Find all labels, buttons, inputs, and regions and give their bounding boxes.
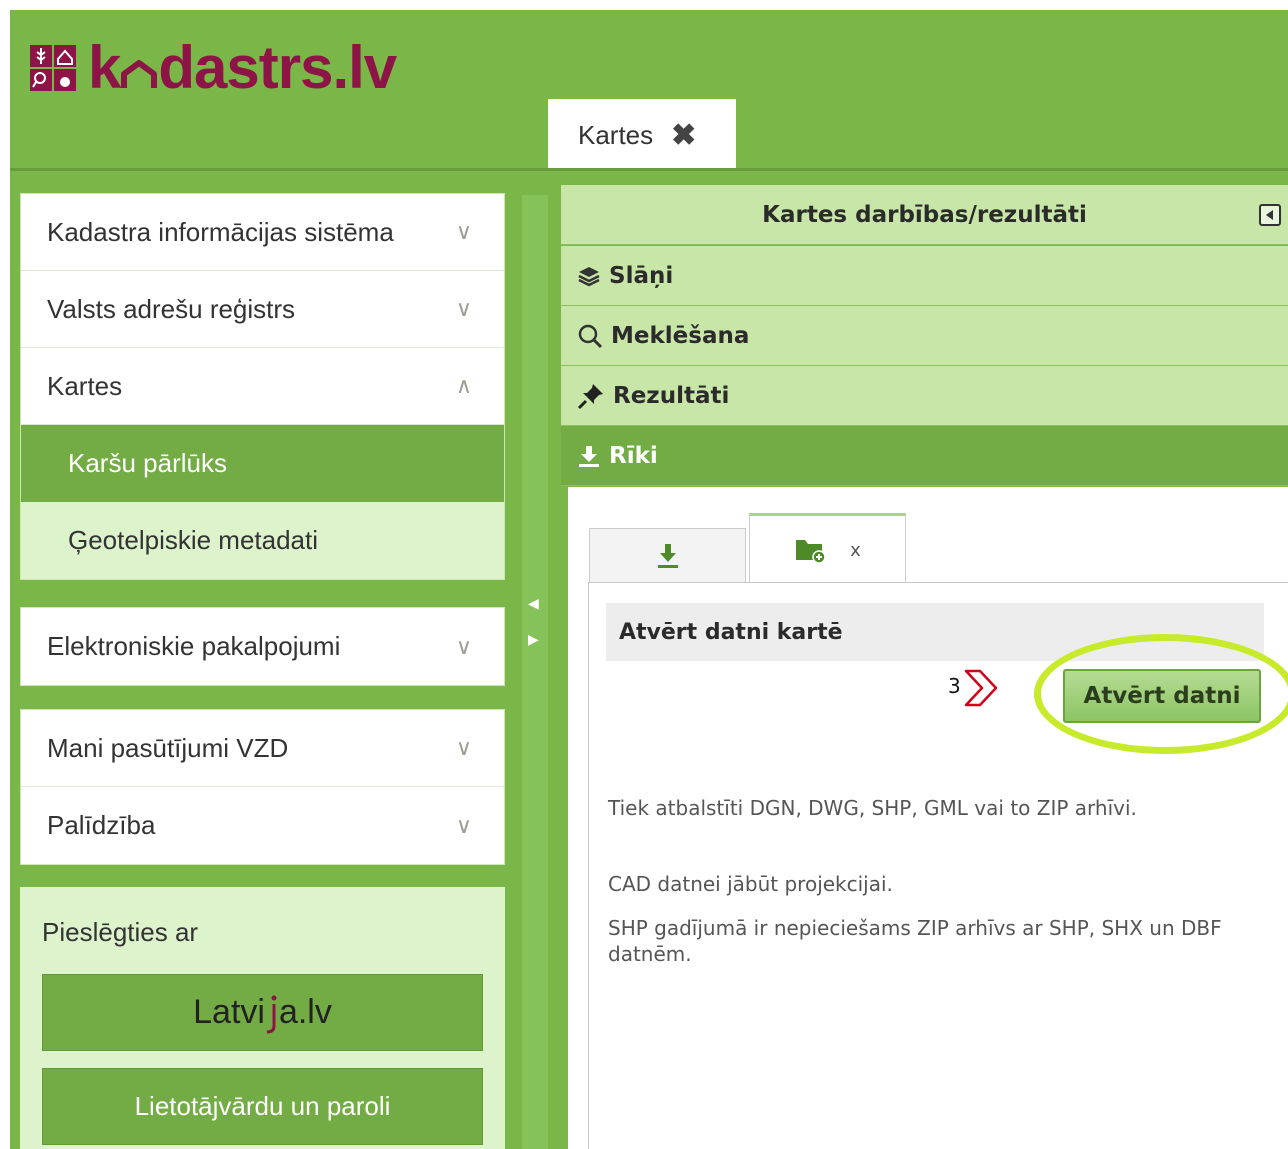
collapse-panel-icon[interactable]	[1259, 204, 1281, 226]
highlight-ellipse	[1034, 634, 1288, 754]
logo-mark-icon	[30, 45, 76, 91]
sidebar-item-label: Karšu pārlūks	[68, 448, 227, 478]
accordion-rezultati[interactable]: Rezultāti	[561, 366, 1288, 426]
description-shp: SHP gadījumā ir nepieciešams ZIP arhīvs …	[608, 916, 1222, 966]
latvija-text-start: Latvi	[193, 993, 265, 1031]
sidebar-item-pakalpojumi[interactable]: Elektroniskie pakalpojumi ∨	[21, 608, 504, 685]
sidebar-item-label: Kartes	[47, 370, 123, 401]
chevron-down-icon: ∨	[455, 735, 472, 760]
chevron-down-icon: ∨	[455, 812, 472, 838]
logo[interactable]: k dastrs.lv	[30, 34, 397, 101]
sidebar-item-label: Elektroniskie pakalpojumi	[47, 631, 341, 661]
accordion-slani[interactable]: Slāņi	[561, 246, 1288, 306]
latvija-lv-button[interactable]: Latvi a.lv	[42, 974, 483, 1051]
sidebar-item-label: Palīdzība	[47, 810, 156, 840]
close-icon[interactable]: x	[850, 540, 861, 561]
password-login-button[interactable]: Lietotājvārdu un paroli	[42, 1068, 483, 1145]
download-icon	[579, 445, 599, 467]
sidebar-menu-main: Kadastra informācijas sistēma ∨ Valsts a…	[20, 193, 505, 580]
expand-right-icon[interactable]: ▶	[528, 631, 539, 648]
sidebar-subitem-karsu-parluks[interactable]: Karšu pārlūks	[21, 425, 504, 502]
sidebar-item-label: Kadastra informācijas sistēma	[47, 216, 394, 247]
chevron-up-icon: ∧	[455, 373, 472, 398]
step-arrow-icon	[964, 669, 998, 707]
sidebar-menu-services: Elektroniskie pakalpojumi ∨	[20, 607, 505, 686]
collapse-left-icon[interactable]: ◀	[528, 595, 539, 612]
panel-title-text: Kartes darbības/rezultāti	[762, 201, 1087, 228]
sidebar-menu-user: Mani pasūtījumi VZD ∨ Palīdzība ∨	[20, 709, 505, 865]
close-icon[interactable]: ✖	[671, 118, 696, 153]
sidebar-item-palidziba[interactable]: Palīdzība ∨	[21, 787, 504, 864]
download-icon	[657, 544, 678, 568]
logo-text: k dastrs.lv	[88, 34, 397, 101]
accordion-label: Rezultāti	[613, 382, 730, 409]
layers-icon	[578, 266, 600, 286]
sidebar-item-label: Ģeotelpiskie metadati	[68, 525, 319, 555]
sidebar-item-label: Mani pasūtījumi VZD	[47, 732, 289, 763]
sidebar-subitem-metadati[interactable]: Ģeotelpiskie metadati	[21, 502, 504, 579]
sidebar-item-pasutijumi[interactable]: Mani pasūtījumi VZD ∨	[21, 710, 504, 787]
latvija-j-icon	[266, 995, 277, 1033]
folder-add-icon	[796, 540, 826, 564]
accordion-meklesana[interactable]: Meklēšana	[561, 306, 1288, 366]
sidebar-item-kartes[interactable]: Kartes ∧	[21, 348, 504, 425]
chevron-down-icon: ∨	[455, 219, 472, 244]
house-roof-icon	[121, 60, 158, 88]
password-login-label: Lietotājvārdu un paroli	[134, 1091, 391, 1121]
panel-title: Kartes darbības/rezultāti	[561, 185, 1288, 245]
description-formats: Tiek atbalstīti DGN, DWG, SHP, GML vai t…	[608, 796, 1137, 820]
tab-download[interactable]	[589, 528, 746, 583]
sidebar-splitter[interactable]: ◀ ▶	[522, 195, 548, 1149]
tab-kartes[interactable]: Kartes ✖	[548, 99, 736, 171]
latvija-text-end: a.lv	[278, 993, 332, 1031]
sidebar-item-kadastra[interactable]: Kadastra informācijas sistēma ∨	[21, 194, 504, 271]
accordion-label: Slāņi	[609, 262, 674, 289]
login-title: Pieslēgties ar	[42, 917, 199, 947]
sidebar-item-adresu-registrs[interactable]: Valsts adrešu reģistrs ∨	[21, 271, 504, 348]
step-number: 3	[948, 674, 961, 698]
chevron-down-icon: ∨	[455, 296, 472, 321]
login-box: Pieslēgties ar Latvi a.lv Lietotājvārdu u…	[20, 887, 505, 1149]
chevron-down-icon: ∨	[455, 633, 472, 659]
pin-icon	[577, 383, 603, 409]
accordion-label: Meklēšana	[611, 322, 750, 349]
description-cad: CAD datnei jābūt projekcijai.	[608, 872, 893, 896]
section-title-text: Atvērt datni kartē	[619, 619, 843, 645]
accordion-label: Rīki	[609, 442, 658, 469]
tab-kartes-label: Kartes	[578, 119, 654, 150]
accordion-riki[interactable]: Rīki	[561, 426, 1288, 486]
sidebar-item-label: Valsts adrešu reģistrs	[47, 293, 296, 324]
tab-open-file[interactable]: x	[749, 513, 906, 584]
search-icon	[578, 324, 603, 348]
